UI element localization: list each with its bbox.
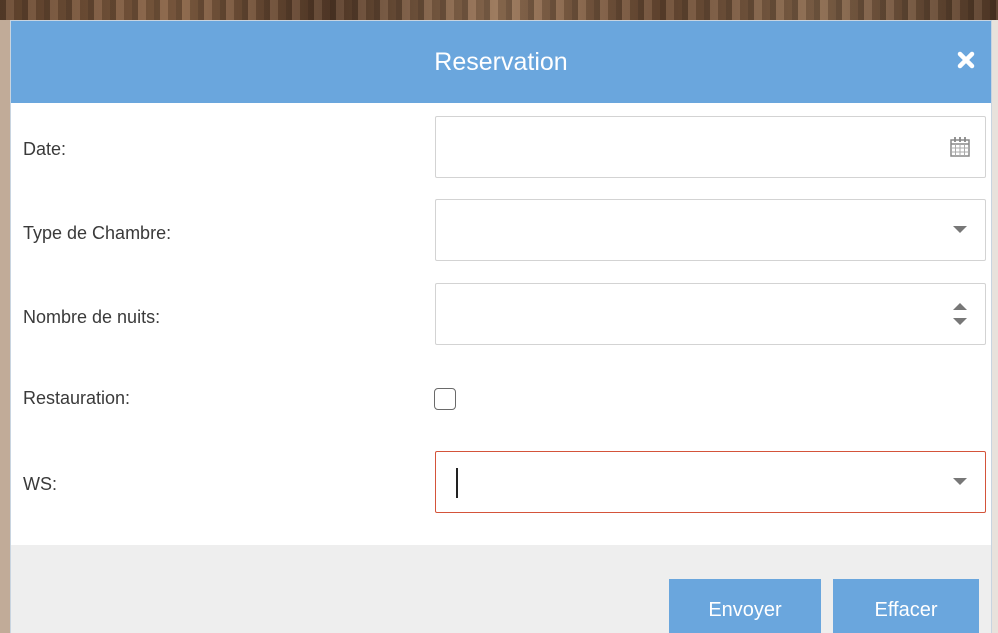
catering-checkbox[interactable] xyxy=(434,388,456,410)
dialog-title: Reservation xyxy=(434,48,568,76)
catering-label: Restauration: xyxy=(23,388,131,408)
ws-select[interactable] xyxy=(435,451,986,513)
close-icon xyxy=(957,51,975,74)
reservation-dialog: Reservation Date: Type de Chambre: Nombr… xyxy=(10,20,992,633)
stepper-down-arrow xyxy=(953,318,967,325)
background-left-edge xyxy=(0,20,10,633)
ws-label: WS: xyxy=(23,474,57,494)
chevron-down-icon[interactable] xyxy=(945,452,975,512)
dialog-footer: Envoyer Effacer xyxy=(11,545,991,633)
chevron-down-icon[interactable] xyxy=(945,200,975,260)
calendar-icon[interactable] xyxy=(945,117,975,177)
text-cursor xyxy=(456,468,458,498)
nights-label: Nombre de nuits: xyxy=(23,307,161,327)
date-label: Date: xyxy=(23,139,67,159)
clear-button[interactable]: Effacer xyxy=(833,579,979,633)
background-right-edge xyxy=(992,20,998,633)
date-field[interactable] xyxy=(435,116,986,178)
stepper-up-arrow xyxy=(953,303,967,310)
close-button[interactable] xyxy=(953,49,979,75)
room-type-label: Type de Chambre: xyxy=(23,223,172,243)
submit-button[interactable]: Envoyer xyxy=(669,579,821,633)
dialog-header: Reservation xyxy=(11,21,991,103)
stepper-icon[interactable] xyxy=(945,284,975,344)
room-type-select[interactable] xyxy=(435,199,986,261)
background-photo-texture xyxy=(0,0,998,20)
nights-stepper[interactable] xyxy=(435,283,986,345)
